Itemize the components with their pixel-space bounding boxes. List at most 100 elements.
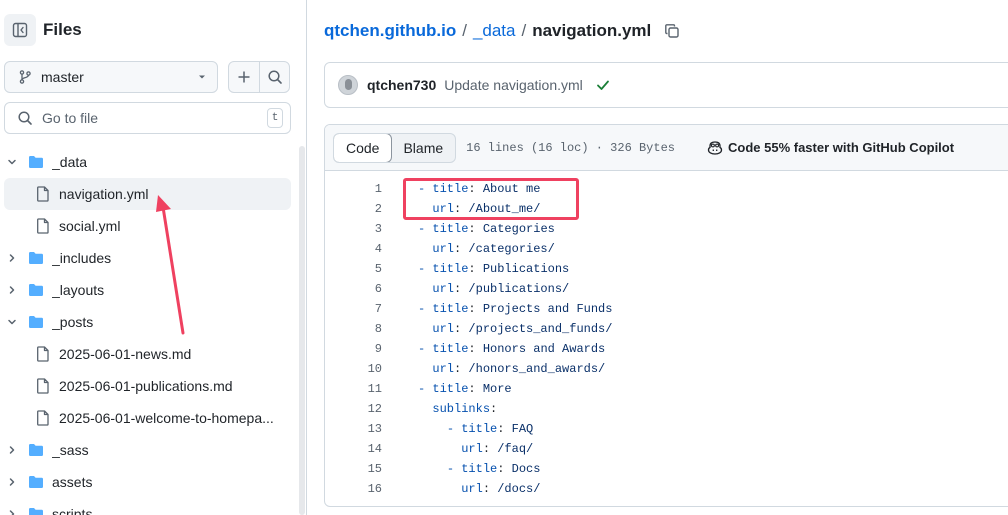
code-line[interactable]: 4 url: /categories/ (325, 239, 1008, 259)
line-number[interactable]: 11 (325, 382, 382, 396)
list-dash: - (418, 382, 433, 396)
line-number[interactable]: 8 (325, 322, 382, 336)
copy-path-button[interactable] (664, 23, 680, 39)
line-number[interactable]: 5 (325, 262, 382, 276)
code-line[interactable]: 5 - title: Publications (325, 259, 1008, 279)
yaml-key: url (432, 322, 455, 336)
tree-item-label: 2025-06-01-news.md (59, 346, 192, 362)
line-number[interactable]: 2 (325, 202, 382, 216)
folder-icon (28, 506, 44, 515)
code-line[interactable]: 14 url: /faq/ (325, 439, 1008, 459)
tree-file[interactable]: 2025-06-01-welcome-to-homepa... (0, 402, 300, 434)
tree-folder[interactable]: _layouts (0, 274, 300, 306)
add-file-button[interactable] (229, 62, 259, 92)
chevron-right-icon[interactable] (4, 250, 20, 266)
code-line[interactable]: 12 sublinks: (325, 399, 1008, 419)
line-number[interactable]: 1 (325, 182, 382, 196)
tree-folder[interactable]: scripts (0, 498, 300, 515)
yaml-value: Docs (511, 462, 541, 476)
plus-icon (238, 71, 250, 83)
tab-blame[interactable]: Blame (391, 134, 455, 162)
tree-folder[interactable]: _includes (0, 242, 300, 274)
folder-icon (28, 154, 44, 170)
tree-folder[interactable]: assets (0, 466, 300, 498)
code-line[interactable]: 3 - title: Categories (325, 219, 1008, 239)
line-number[interactable]: 10 (325, 362, 382, 376)
file-icon (35, 378, 51, 394)
commit-message-link[interactable]: Update navigation.yml (444, 77, 583, 93)
tree-file[interactable]: 2025-06-01-publications.md (0, 370, 300, 402)
tree-file[interactable]: 2025-06-01-news.md (0, 338, 300, 370)
chevron-right-icon[interactable] (4, 282, 20, 298)
yaml-value: Honors and Awards (482, 342, 606, 356)
yaml-colon: : (468, 222, 476, 236)
sidebar-scrollbar[interactable] (299, 146, 305, 515)
yaml-colon: : (468, 342, 476, 356)
chevron-down-icon[interactable] (4, 154, 20, 170)
line-number[interactable]: 9 (325, 342, 382, 356)
git-branch-icon (19, 70, 31, 84)
breadcrumb-separator: / (462, 21, 467, 40)
line-number[interactable]: 14 (325, 442, 382, 456)
yaml-value: /publications/ (468, 282, 570, 296)
line-number[interactable]: 16 (325, 482, 382, 496)
code-line[interactable]: 15 - title: Docs (325, 459, 1008, 479)
folder-icon (28, 250, 44, 266)
code-line[interactable]: 16 url: /docs/ (325, 479, 1008, 499)
breadcrumb-folder-link[interactable]: _data (473, 21, 516, 41)
code-line[interactable]: 6 url: /publications/ (325, 279, 1008, 299)
tree-file[interactable]: navigation.yml (4, 178, 291, 210)
tab-code[interactable]: Code (334, 133, 393, 162)
line-content: url: /docs/ (418, 482, 540, 496)
yaml-colon: : (454, 322, 462, 336)
copilot-promo[interactable]: Code 55% faster with GitHub Copilot (707, 140, 954, 156)
avatar[interactable] (338, 75, 358, 95)
list-dash: - (418, 302, 433, 316)
yaml-value: /categories/ (468, 242, 555, 256)
search-icon (267, 70, 282, 84)
line-number[interactable]: 13 (325, 422, 382, 436)
sidebar-collapse-icon (12, 22, 28, 38)
tree-file[interactable]: social.yml (0, 210, 300, 242)
tree-folder[interactable]: _sass (0, 434, 300, 466)
code-line[interactable]: 11 - title: More (325, 379, 1008, 399)
yaml-value: /projects_and_funds/ (468, 322, 613, 336)
yaml-colon: : (454, 282, 462, 296)
line-number[interactable]: 12 (325, 402, 382, 416)
code-line[interactable]: 8 url: /projects_and_funds/ (325, 319, 1008, 339)
commit-author-link[interactable]: qtchen730 (367, 77, 436, 93)
breadcrumb-current-file: navigation.yml (532, 21, 652, 40)
breadcrumb: qtchen.github.io / _data / navigation.ym… (324, 18, 680, 44)
line-number[interactable]: 3 (325, 222, 382, 236)
chevron-right-icon[interactable] (4, 442, 20, 458)
branch-selector[interactable]: master (4, 61, 218, 93)
breadcrumb-repo-link[interactable]: qtchen.github.io (324, 21, 456, 41)
file-icon (35, 346, 51, 362)
code-line[interactable]: 9 - title: Honors and Awards (325, 339, 1008, 359)
commit-status-check[interactable] (595, 77, 611, 93)
go-to-file-field[interactable]: t (4, 102, 291, 134)
tree-folder[interactable]: _data (0, 146, 300, 178)
line-number[interactable]: 6 (325, 282, 382, 296)
search-icon (18, 111, 32, 125)
chevron-down-icon[interactable] (4, 314, 20, 330)
search-code-button[interactable] (259, 62, 289, 92)
code-line[interactable]: 10 url: /honors_and_awards/ (325, 359, 1008, 379)
branch-name: master (41, 69, 84, 85)
code-line[interactable]: 13 - title: FAQ (325, 419, 1008, 439)
line-number[interactable]: 15 (325, 462, 382, 476)
tree-folder[interactable]: _posts (0, 306, 300, 338)
line-content: - title: FAQ (418, 422, 533, 436)
yaml-key: url (432, 362, 455, 376)
yaml-key: title (461, 462, 498, 476)
line-number[interactable]: 7 (325, 302, 382, 316)
collapse-sidebar-button[interactable] (4, 14, 36, 46)
chevron-right-icon[interactable] (4, 506, 20, 515)
code-line[interactable]: 7 - title: Projects and Funds (325, 299, 1008, 319)
tree-item-label: 2025-06-01-welcome-to-homepa... (59, 410, 274, 426)
chevron-right-icon[interactable] (4, 474, 20, 490)
yaml-colon: : (490, 402, 498, 416)
go-to-file-input[interactable] (42, 110, 267, 126)
line-number[interactable]: 4 (325, 242, 382, 256)
